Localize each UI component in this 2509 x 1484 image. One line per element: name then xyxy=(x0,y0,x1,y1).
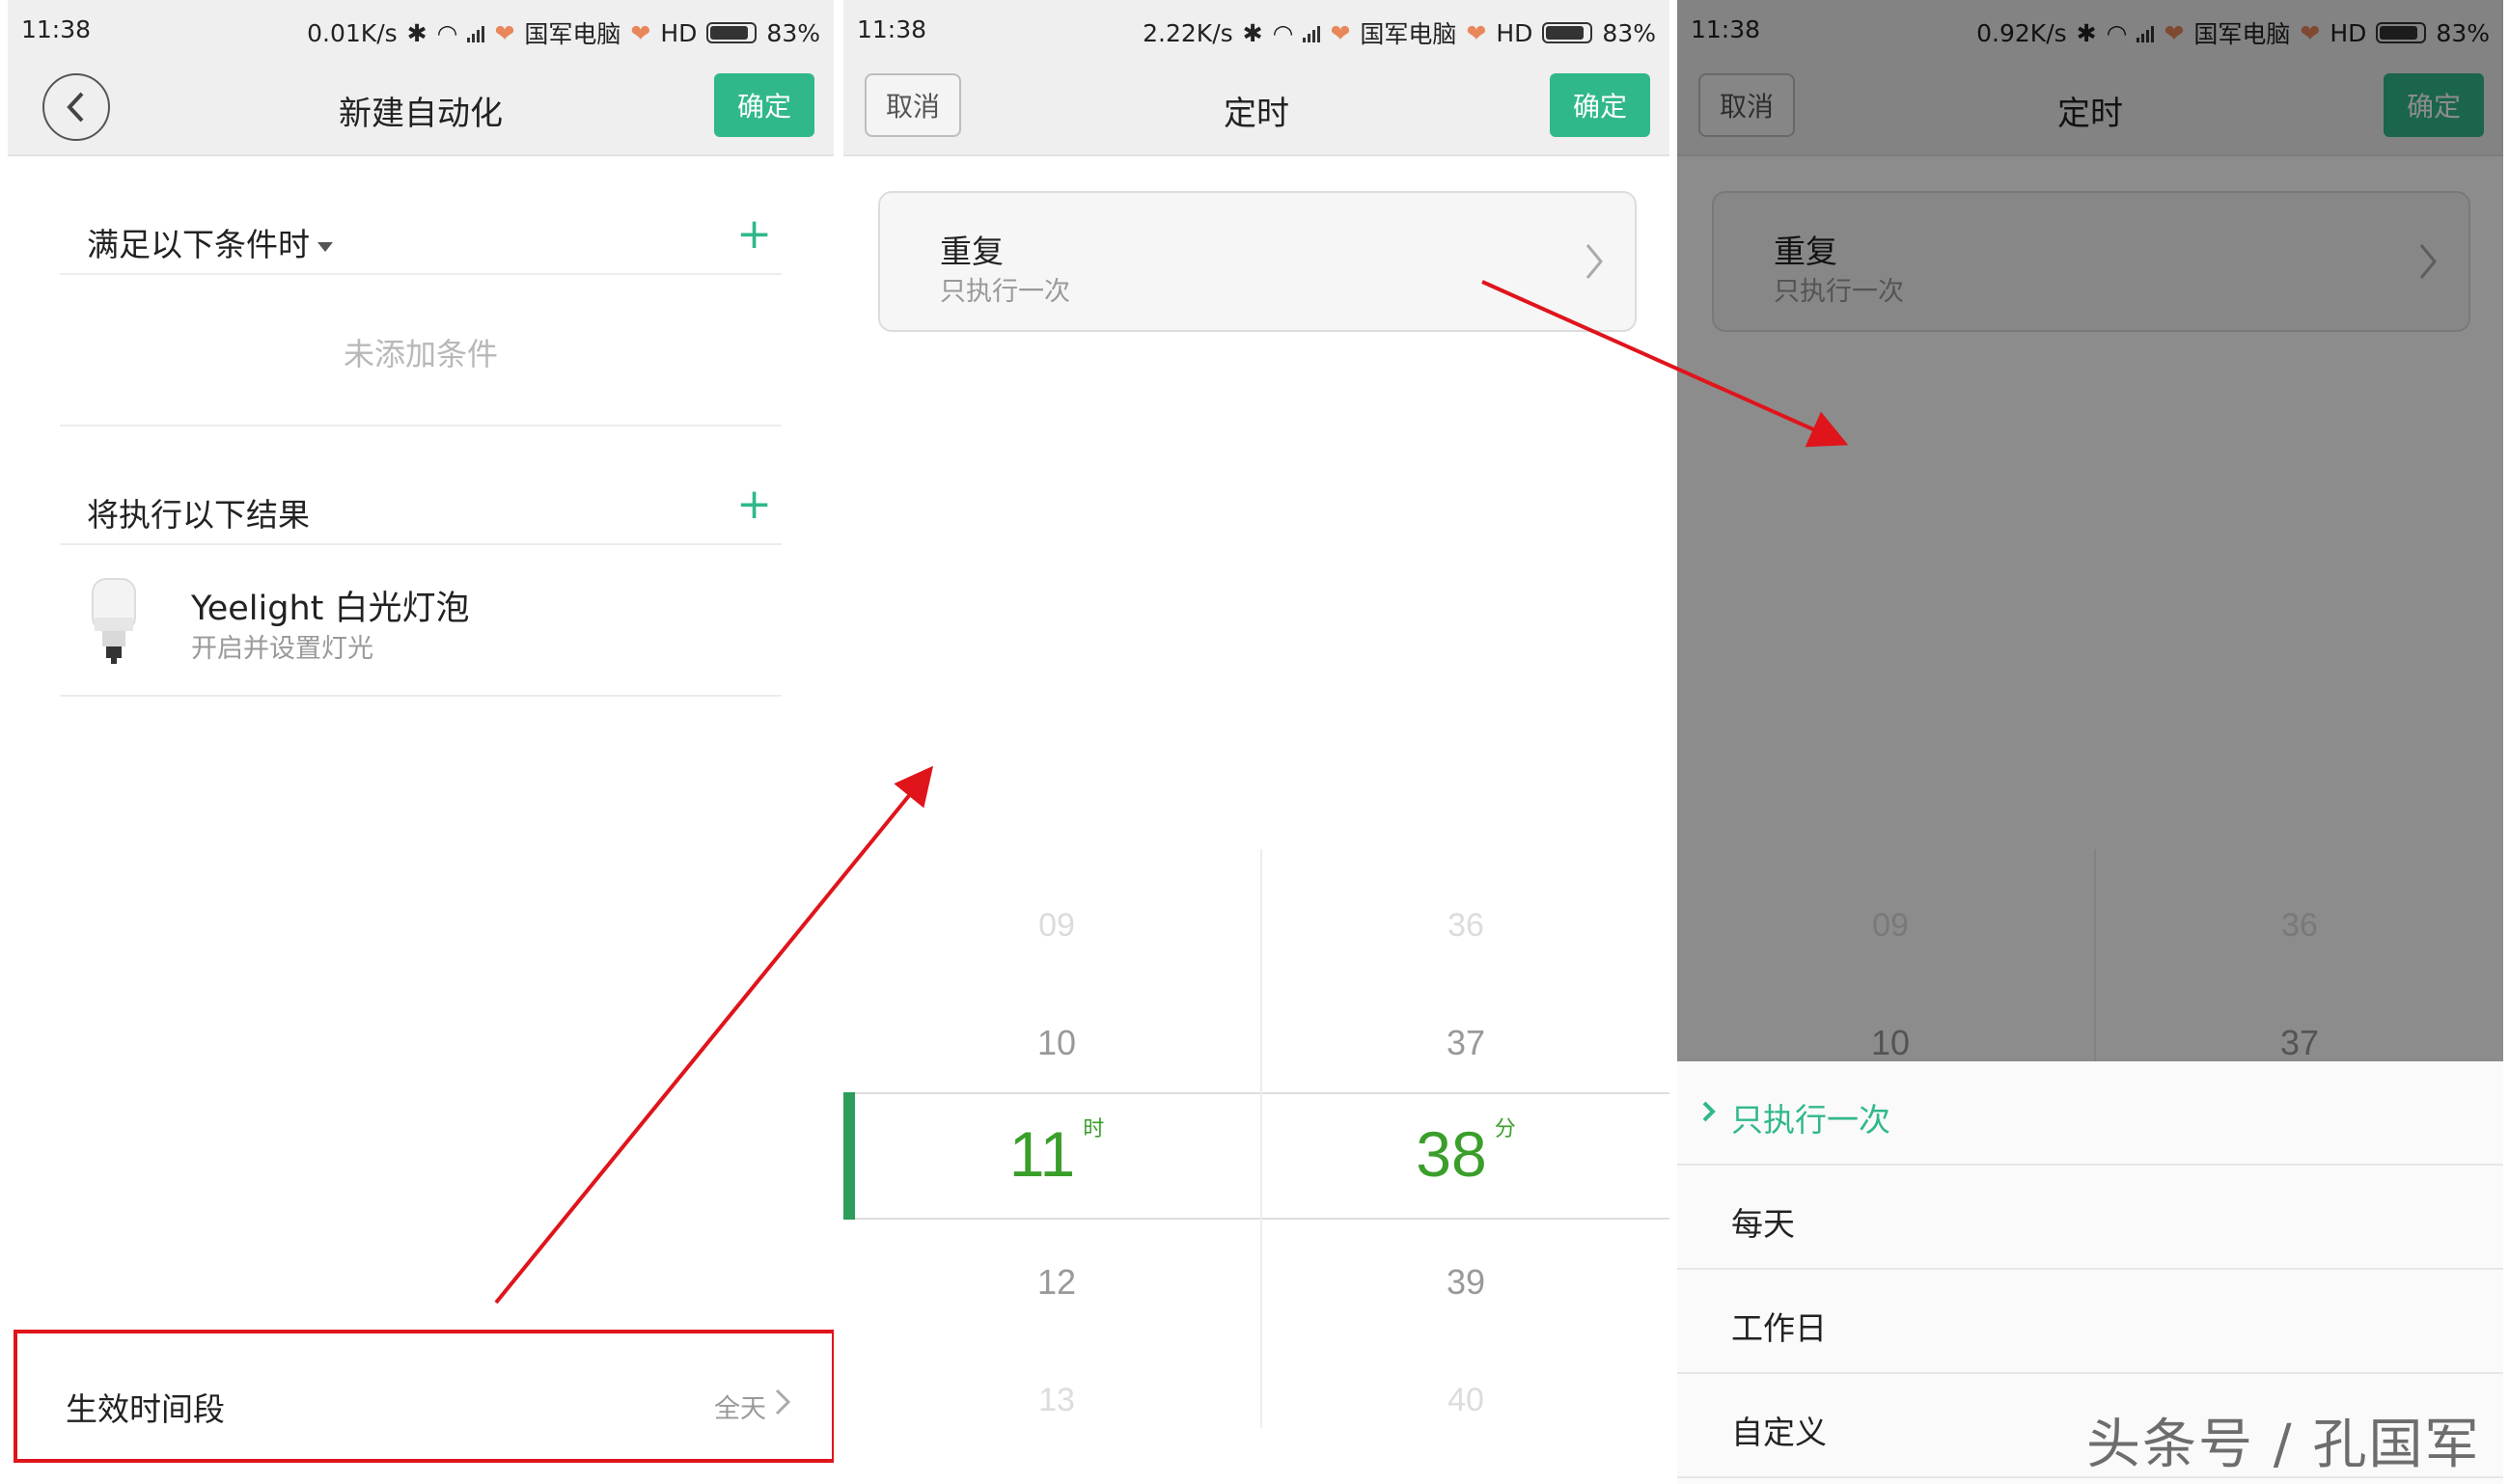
result-header: 将执行以下结果 xyxy=(87,496,310,534)
battery-icon xyxy=(706,22,758,43)
add-condition-plus-icon[interactable]: + xyxy=(736,209,772,259)
minute-column[interactable]: 36 37 38 分 39 40 xyxy=(1262,849,1669,1428)
heart-icon: ❤ xyxy=(1330,18,1351,47)
hd-indicator: HD xyxy=(660,18,698,47)
new-automation-screen: 11:38 0.01K/s ✱ ◠ ❤ 国军电脑 ❤ HD 83% 新建自动化 … xyxy=(8,0,834,1484)
page-title: 定时 xyxy=(1224,95,1289,133)
carrier-name: 国军电脑 xyxy=(524,20,621,48)
panel-divider xyxy=(834,0,843,1484)
network-speed: 0.01K/s xyxy=(307,18,398,47)
option-workdays[interactable]: 工作日 xyxy=(1677,1270,2503,1374)
repeat-value: 只执行一次 xyxy=(940,277,1070,307)
repeat-options-screen: 11:38 0.92K/s ✱ ◠ ❤ 国军电脑 ❤ HD 83% 取消 定时 … xyxy=(1677,0,2503,1484)
hour-column[interactable]: 09 10 11 时 12 13 xyxy=(853,849,1260,1428)
carrier-name: 国军电脑 xyxy=(1360,20,1457,48)
effective-period-label: 生效时间段 xyxy=(66,1390,225,1428)
status-bar: 11:38 0.01K/s ✱ ◠ ❤ 国军电脑 ❤ HD 83% xyxy=(8,0,834,60)
device-action-item[interactable]: Yeelight 白光灯泡 开启并设置灯光 xyxy=(60,546,782,697)
condition-header: 满足以下条件时 xyxy=(87,219,333,265)
watermark: 头条号 / 孔国军 xyxy=(2086,1414,2481,1476)
selected-hour[interactable]: 11 时 xyxy=(853,1116,1260,1191)
wifi-icon: ◠ xyxy=(436,18,458,47)
battery-icon xyxy=(1542,22,1593,43)
empty-condition-hint: 未添加条件 xyxy=(60,280,782,426)
network-speed: 2.22K/s xyxy=(1143,18,1233,47)
device-action: 开启并设置灯光 xyxy=(191,634,373,664)
light-bulb-icon xyxy=(92,578,136,664)
option-label: 只执行一次 xyxy=(1731,1101,1890,1139)
minute-option[interactable]: 40 xyxy=(1262,1382,1669,1419)
bluetooth-icon: ✱ xyxy=(1242,18,1263,47)
chevron-right-icon xyxy=(1585,244,1603,279)
battery-percent: 83% xyxy=(1602,18,1656,47)
signal-icon xyxy=(1303,23,1321,42)
confirm-button[interactable]: 确定 xyxy=(714,73,814,137)
hour-option[interactable]: 09 xyxy=(853,907,1260,945)
timer-screen: 11:38 2.22K/s ✱ ◠ ❤ 国军电脑 ❤ HD 83% 取消 定时 … xyxy=(843,0,1669,1484)
minute-option[interactable]: 36 xyxy=(1262,907,1669,945)
option-label: 工作日 xyxy=(1731,1309,1827,1347)
heart-icon: ❤ xyxy=(494,18,515,47)
condition-header-row[interactable]: 满足以下条件时 + xyxy=(60,198,782,275)
hd-indicator: HD xyxy=(1496,18,1533,47)
status-time: 11:38 xyxy=(857,15,927,43)
option-label: 自定义 xyxy=(1731,1414,1827,1451)
status-indicators: 0.01K/s ✱ ◠ ❤ 国军电脑 ❤ HD 83% xyxy=(307,15,820,50)
option-label: 每天 xyxy=(1731,1205,1795,1243)
title-bar: 新建自动化 确定 xyxy=(8,60,834,156)
result-header-row: 将执行以下结果 + xyxy=(60,468,782,545)
title-bar: 取消 定时 确定 xyxy=(843,60,1669,156)
battery-percent: 83% xyxy=(766,18,820,47)
hour-option[interactable]: 13 xyxy=(853,1382,1260,1419)
hour-option[interactable]: 12 xyxy=(853,1262,1260,1303)
confirm-button[interactable]: 确定 xyxy=(1550,73,1650,137)
hour-option[interactable]: 10 xyxy=(853,1023,1260,1063)
effective-period-row[interactable]: 生效时间段 全天 xyxy=(14,1330,834,1463)
time-picker: 09 10 11 时 12 13 36 37 38 分 39 40 xyxy=(843,849,1669,1428)
heart-icon: ❤ xyxy=(630,18,651,47)
heart-icon: ❤ xyxy=(1466,18,1487,47)
bluetooth-icon: ✱ xyxy=(406,18,427,47)
page-title: 新建自动化 xyxy=(339,95,503,133)
minute-option[interactable]: 37 xyxy=(1262,1023,1669,1063)
status-time: 11:38 xyxy=(21,15,92,43)
effective-period-value: 全天 xyxy=(714,1394,766,1424)
option-once[interactable]: 只执行一次 xyxy=(1677,1061,2503,1166)
dropdown-caret-icon xyxy=(317,241,333,252)
wifi-icon: ◠ xyxy=(1272,18,1294,47)
chevron-right-icon xyxy=(775,1388,791,1415)
repeat-label: 重复 xyxy=(940,233,1004,270)
device-name: Yeelight 白光灯泡 xyxy=(191,590,470,628)
selected-chevron-icon xyxy=(1702,1101,1716,1122)
add-result-plus-icon[interactable]: + xyxy=(736,480,772,529)
selected-minute[interactable]: 38 分 xyxy=(1262,1116,1669,1191)
minute-option[interactable]: 39 xyxy=(1262,1262,1669,1303)
status-indicators: 2.22K/s ✱ ◠ ❤ 国军电脑 ❤ HD 83% xyxy=(1143,15,1656,50)
option-daily[interactable]: 每天 xyxy=(1677,1166,2503,1270)
repeat-setting-card[interactable]: 重复 只执行一次 xyxy=(878,191,1637,332)
modal-overlay[interactable] xyxy=(1677,0,2503,1061)
signal-icon xyxy=(467,23,485,42)
status-bar: 11:38 2.22K/s ✱ ◠ ❤ 国军电脑 ❤ HD 83% xyxy=(843,0,1669,60)
